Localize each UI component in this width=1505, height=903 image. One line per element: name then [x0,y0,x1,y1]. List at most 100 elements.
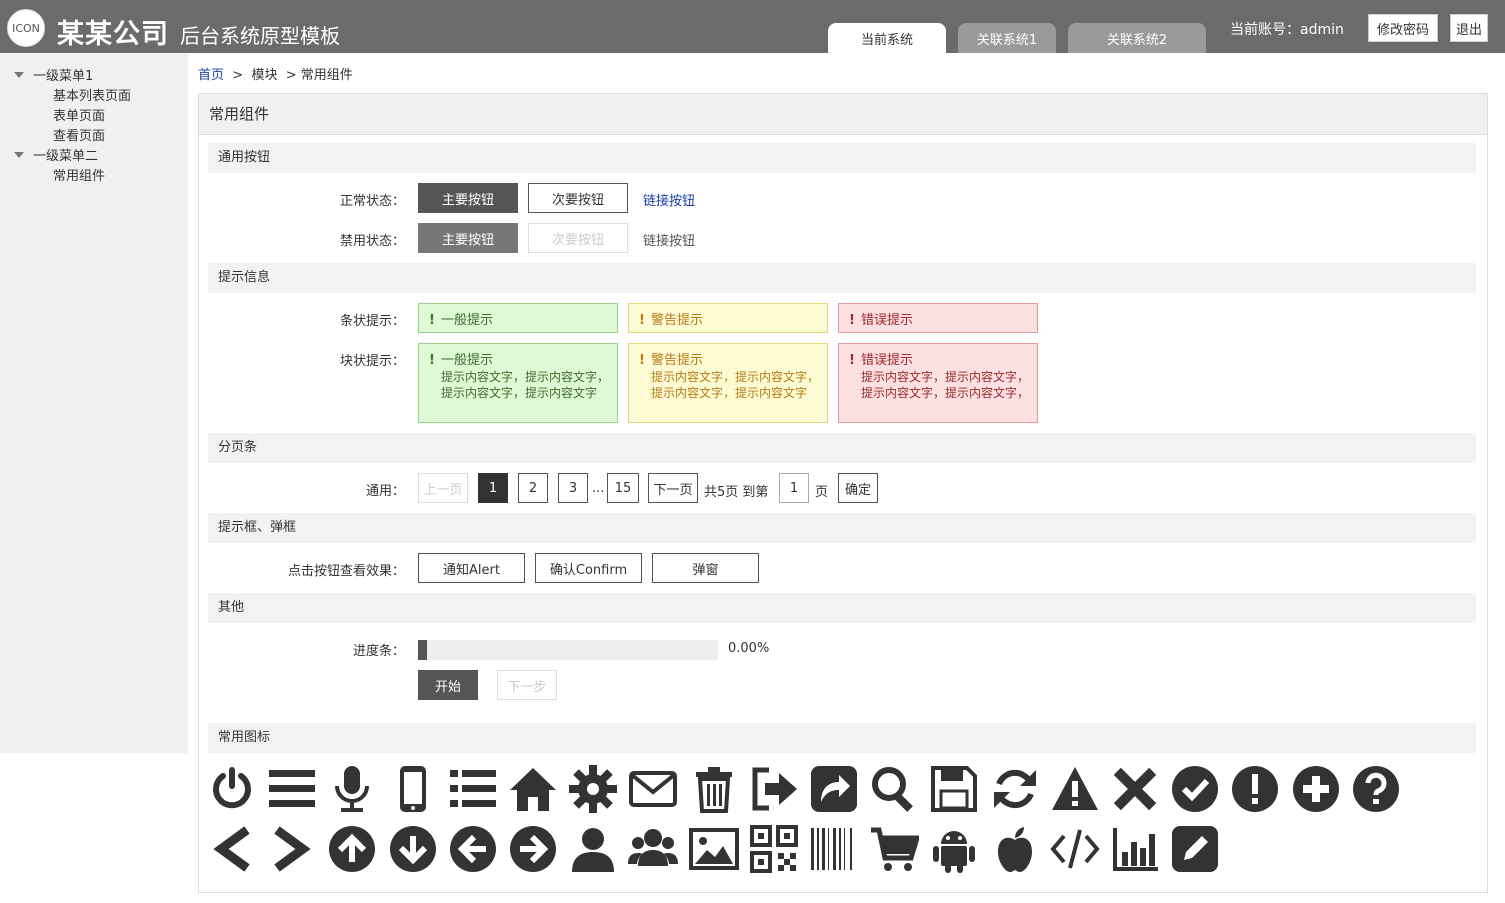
sidebar-item-components[interactable]: 常用组件 [53,165,105,184]
next-page-button[interactable]: 下一页 [648,473,698,503]
disabled-state-label: 禁用状态： [339,234,405,249]
dialog-demo-label: 点击按钮查看效果： [287,564,405,579]
exclamation-icon: ! [639,313,645,328]
primary-button[interactable]: 主要按钮 [418,183,518,213]
pagination-ellipsis: ... [592,481,605,496]
block-alert-label: 块状提示： [339,354,405,369]
exclamation-icon: ! [429,313,435,328]
alert-body-line: 提示内容文字，提示内容文字 [441,386,598,400]
link-button[interactable]: 链接按钮 [643,190,695,209]
pagination-total: 共5页 到第 [704,485,769,500]
page-15-button[interactable]: 15 [607,473,639,503]
alert-title: 警告提示 [650,313,703,328]
qrcode-icon [747,822,801,876]
sidebar-group-label: 一级菜单1 [33,69,94,84]
power-icon [205,762,259,816]
alert-title: 一般提示 [440,313,493,328]
alert-title: 错误提示 [860,353,913,368]
sidebar-item-form[interactable]: 表单页面 [53,105,105,124]
envelope-icon [626,762,680,816]
breadcrumb-separator: > [285,68,297,83]
link-button-disabled: 链接按钮 [643,234,696,249]
prev-page-button: 上一页 [418,473,468,503]
tab-related-system-2[interactable]: 关联系统2 [1068,23,1206,53]
section-other-title: 其他 [208,593,1476,623]
panel-title: 常用组件 [199,94,1487,135]
search-icon [867,762,921,816]
progress-bar [418,640,718,660]
code-icon [1048,822,1102,876]
arrow-down-circle-icon [386,822,440,876]
question-circle-icon [1349,762,1403,816]
alert-body-line: 提示内容文字，提示内容文字， [861,370,1030,384]
error-block-alert: ! 错误提示 提示内容文字，提示内容文字， 提示内容文字，提示内容文字， [838,343,1038,423]
alert-title: 错误提示 [860,313,913,328]
start-button[interactable]: 开始 [418,670,478,700]
exclamation-icon: ! [639,353,645,368]
arrow-left-circle-icon [446,822,500,876]
goto-confirm-button[interactable]: 确定 [838,473,878,503]
change-password-button[interactable]: 修改密码 [1368,14,1438,42]
tab-related-system-1[interactable]: 关联系统1 [958,23,1056,53]
bar-chart-icon [1108,822,1162,876]
alert-title: 警告提示 [650,353,703,368]
system-name: 后台系统原型模板 [180,24,340,48]
edit-icon [1168,822,1222,876]
progress-fill [418,640,427,660]
sidebar-group-2[interactable]: 一级菜单二 [14,145,98,164]
list-icon [446,762,500,816]
tab-current-system[interactable]: 当前系统 [828,23,946,53]
close-icon [1108,762,1162,816]
alert-body-line: 提示内容文字，提示内容文字， [651,370,820,384]
progress-value: 0.00% [728,641,770,656]
page-1-button[interactable]: 1 [478,473,508,503]
alert-demo-button[interactable]: 通知Alert [418,553,525,583]
page-2-button[interactable]: 2 [518,473,548,503]
image-icon [687,822,741,876]
section-alerts-title: 提示信息 [208,263,1476,293]
sidebar-item-basic-list[interactable]: 基本列表页面 [53,85,131,104]
warning-block-alert: ! 警告提示 提示内容文字，提示内容文字， 提示内容文字，提示内容文字 [628,343,828,423]
popup-demo-button[interactable]: 弹窗 [652,553,759,583]
secondary-button[interactable]: 次要按钮 [528,183,628,213]
save-icon [927,762,981,816]
exclamation-icon: ! [849,313,855,328]
exclamation-icon: ! [429,353,435,368]
arrow-right-circle-icon [506,822,560,876]
logout-button[interactable]: 退出 [1450,14,1488,42]
alert-title: 一般提示 [440,353,493,368]
sidebar-item-view[interactable]: 查看页面 [53,125,105,144]
refresh-icon [988,762,1042,816]
current-account: 当前账号：admin [1230,22,1344,38]
trash-icon [687,762,741,816]
sidebar-group-1[interactable]: 一级菜单1 [14,65,93,84]
menu-icon [265,762,319,816]
users-icon [626,822,680,876]
top-header: ICON 某某公司 后台系统原型模板 当前系统 关联系统1 关联系统2 当前账号… [0,0,1505,53]
plus-circle-icon [1289,762,1343,816]
breadcrumb-home[interactable]: 首页 [198,68,224,83]
secondary-button-disabled: 次要按钮 [528,223,628,253]
alert-body-line: 提示内容文字，提示内容文字 [651,386,808,400]
info-bar-alert: ! 一般提示 [418,303,618,333]
exclamation-circle-icon [1228,762,1282,816]
section-pagination-title: 分页条 [208,433,1476,463]
company-name: 某某公司 [57,19,169,50]
warning-bar-alert: ! 警告提示 [628,303,828,333]
microphone-icon [325,762,379,816]
sidebar-group-label: 一级菜单二 [33,149,99,164]
arrow-up-circle-icon [325,822,379,876]
exclamation-icon: ! [849,353,855,368]
android-icon [927,822,981,876]
alert-body-line: 提示内容文字，提示内容文字， [861,386,1030,400]
confirm-demo-button[interactable]: 确认Confirm [535,553,642,583]
goto-page-input[interactable]: 1 [779,473,809,503]
page-3-button[interactable]: 3 [558,473,588,503]
chevron-right-icon [265,822,319,876]
normal-state-label: 正常状态： [339,194,405,209]
breadcrumb-separator: > [232,68,244,83]
gear-icon [566,762,620,816]
cart-icon [867,822,921,876]
page-unit: 页 [815,485,829,500]
error-bar-alert: ! 错误提示 [838,303,1038,333]
